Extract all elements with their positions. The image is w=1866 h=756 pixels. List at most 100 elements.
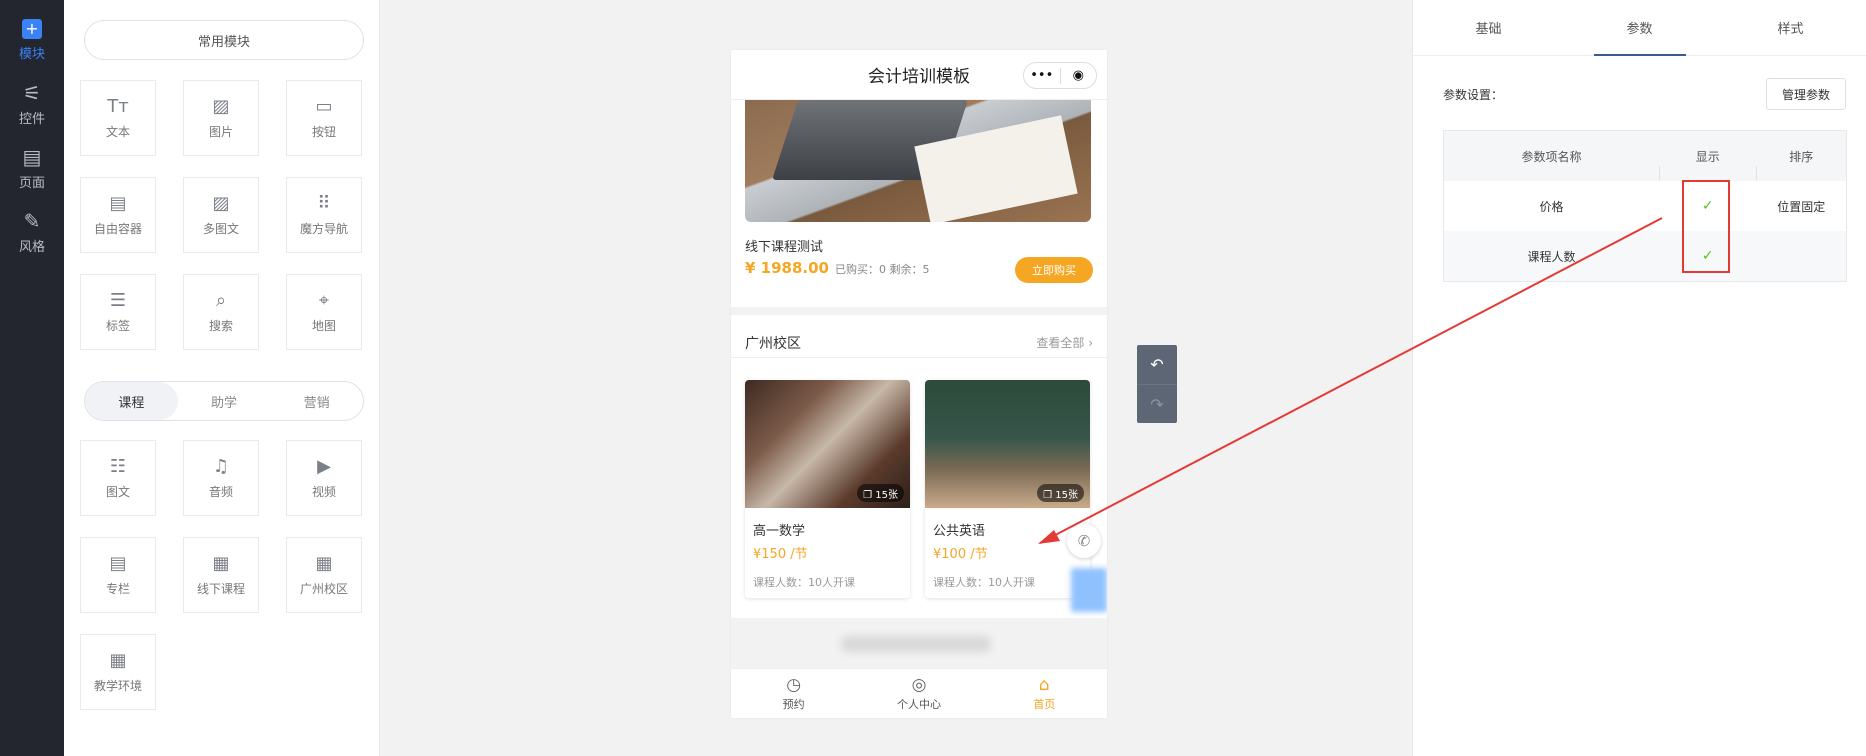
param-name: 课程人数 bbox=[1527, 249, 1576, 264]
module-image[interactable]: ▨ 图片 bbox=[183, 80, 259, 156]
table-header: 参数项名称 显示 排序 bbox=[1444, 131, 1846, 181]
manage-params-button[interactable]: 管理参数 bbox=[1766, 78, 1846, 110]
layout-icon: ▤ bbox=[22, 144, 42, 169]
campus-section-title: 广州校区 bbox=[745, 336, 801, 352]
section-gap bbox=[731, 307, 1107, 315]
photo-count-badge: ❐ 15张 bbox=[1037, 484, 1084, 502]
segment-study-aid[interactable]: 助学 bbox=[178, 382, 271, 420]
target-icon[interactable]: ◉ bbox=[1061, 68, 1097, 83]
module-label: 魔方导航 bbox=[299, 221, 348, 236]
module-label: 线下课程 bbox=[196, 581, 245, 596]
tab-appointment[interactable]: ◷ 预约 bbox=[731, 669, 856, 718]
module-magic-nav[interactable]: ⠿ 魔方导航 bbox=[286, 177, 362, 253]
blurred-text bbox=[841, 636, 991, 652]
image-icon: ▨ bbox=[212, 96, 230, 117]
grid-icon: ▦ bbox=[315, 553, 333, 574]
app-root: + 模块 ⚟ 控件 ▤ 页面 ✎ 风格 常用模块 Tт 文本 ▨ 图片 ▭ 按钮 ▤ 自… bbox=[0, 0, 1866, 756]
course-photo: ❐ 15张 bbox=[745, 380, 910, 508]
module-video[interactable]: ▶ 视频 bbox=[286, 440, 362, 516]
module-free-container[interactable]: ▤ 自由容器 bbox=[80, 177, 156, 253]
page-title: 会计培训模板 bbox=[868, 67, 970, 87]
phone-preview: 会计培训模板 ••• ◉ 线下课程测试 ¥ 1988.00 已购买：0 剩余：5… bbox=[731, 50, 1107, 718]
campus-course-card[interactable]: ❐ 15张 高一数学 ¥150 /节 课程人数：10人开课 bbox=[745, 380, 910, 598]
common-modules-header[interactable]: 常用模块 bbox=[84, 20, 364, 60]
tab-label: 预约 bbox=[782, 697, 805, 711]
button-icon: ▭ bbox=[315, 96, 333, 117]
param-settings-label: 参数设置： bbox=[1443, 88, 1504, 102]
module-offline-course[interactable]: ▦ 线下课程 bbox=[183, 537, 259, 613]
module-map[interactable]: ⌖ 地图 bbox=[286, 274, 362, 350]
module-column[interactable]: ▤ 专栏 bbox=[80, 537, 156, 613]
cards-icon: ▦ bbox=[212, 553, 230, 574]
grid-icon: ▦ bbox=[109, 650, 127, 671]
search-icon: ⌕ bbox=[215, 290, 227, 311]
undo-icon[interactable]: ↶ bbox=[1137, 345, 1177, 384]
campus-course-card[interactable]: ❐ 15张 公共英语 ¥100 /节 课程人数：10人开课 bbox=[925, 380, 1090, 598]
module-label: 图文 bbox=[105, 484, 130, 499]
map-pin-icon: ⌖ bbox=[318, 290, 330, 311]
buy-now-button[interactable]: 立即购买 bbox=[1015, 257, 1093, 283]
module-label: 图片 bbox=[208, 124, 233, 139]
module-label: 多图文 bbox=[202, 221, 239, 236]
module-button[interactable]: ▭ 按钮 bbox=[286, 80, 362, 156]
rail-label: 模块 bbox=[18, 46, 45, 62]
category-segment: 课程 助学 营销 bbox=[84, 381, 364, 421]
price-row: ¥ 1988.00 已购买：0 剩余：5 bbox=[745, 259, 929, 277]
blurred-widget bbox=[1071, 568, 1107, 612]
tab-home[interactable]: ⌂ 首页 bbox=[982, 669, 1107, 718]
segment-marketing[interactable]: 营销 bbox=[270, 382, 363, 420]
module-graphic-text[interactable]: ☷ 图文 bbox=[80, 440, 156, 516]
card-price: ¥150 /节 bbox=[753, 547, 808, 562]
rail-label: 页面 bbox=[18, 175, 45, 191]
card-price: ¥100 /节 bbox=[933, 547, 988, 562]
mini-program-navbar: 会计培训模板 ••• ◉ bbox=[731, 50, 1107, 100]
course-title: 线下课程测试 bbox=[745, 240, 824, 255]
table-row: 价格 ✓ 位置固定 bbox=[1444, 181, 1846, 231]
module-multi-image-text[interactable]: ▨ 多图文 bbox=[183, 177, 259, 253]
tab-bar: ◷ 预约 ◎ 个人中心 ⌂ 首页 bbox=[731, 668, 1107, 718]
tab-params[interactable]: 参数 bbox=[1564, 0, 1715, 56]
capsule-menu[interactable]: ••• ◉ bbox=[1023, 62, 1097, 89]
blurred-footer bbox=[731, 618, 1107, 670]
history-controls: ↶ ↷ bbox=[1137, 345, 1177, 423]
module-label: 教学环境 bbox=[93, 678, 142, 693]
editor-canvas: 会计培训模板 ••• ◉ 线下课程测试 ¥ 1988.00 已购买：0 剩余：5… bbox=[380, 0, 1412, 756]
sliders-icon: ⚟ bbox=[23, 80, 41, 105]
rail-item-modules[interactable]: + 模块 bbox=[0, 8, 64, 72]
card-count: 课程人数：10人开课 bbox=[753, 576, 855, 589]
module-audio[interactable]: ♫ 音频 bbox=[183, 440, 259, 516]
more-icon[interactable]: ••• bbox=[1024, 68, 1060, 83]
header-sort: 排序 bbox=[1756, 148, 1846, 180]
redo-icon[interactable]: ↷ bbox=[1137, 384, 1177, 423]
plus-square-icon: + bbox=[22, 18, 42, 39]
module-tag[interactable]: ☰ 标签 bbox=[80, 274, 156, 350]
table-row: 课程人数 ✓ bbox=[1444, 231, 1846, 281]
image-icon: ▨ bbox=[212, 193, 230, 214]
tab-style[interactable]: 样式 bbox=[1715, 0, 1866, 55]
module-search[interactable]: ⌕ 搜索 bbox=[183, 274, 259, 350]
module-teaching-env[interactable]: ▦ 教学环境 bbox=[80, 634, 156, 710]
module-text[interactable]: Tт 文本 bbox=[80, 80, 156, 156]
course-photo: ❐ 15张 bbox=[925, 380, 1090, 508]
phone-call-icon[interactable]: ✆ bbox=[1067, 524, 1101, 558]
module-guangzhou-campus[interactable]: ▦ 广州校区 bbox=[286, 537, 362, 613]
rail-item-controls[interactable]: ⚟ 控件 bbox=[0, 72, 64, 136]
module-label: 自由容器 bbox=[93, 221, 142, 236]
course-cover-image[interactable] bbox=[745, 100, 1091, 222]
module-label: 音频 bbox=[208, 484, 233, 499]
magic-wand-icon: ✎ bbox=[23, 208, 41, 233]
param-sort: 位置固定 bbox=[1777, 199, 1826, 214]
tab-label: 首页 bbox=[1033, 697, 1056, 711]
settings-panel: 基础 参数 样式 参数设置： 管理参数 参数项名称 显示 排序 价格 ✓ 位置固… bbox=[1412, 0, 1866, 756]
rail-item-style[interactable]: ✎ 风格 bbox=[0, 200, 64, 264]
list-icon: ☷ bbox=[109, 456, 127, 477]
tab-label: 个人中心 bbox=[896, 697, 941, 711]
segment-course[interactable]: 课程 bbox=[85, 382, 178, 420]
see-all-link[interactable]: 查看全部 › bbox=[1036, 334, 1093, 351]
container-icon: ▤ bbox=[109, 193, 127, 214]
module-label: 广州校区 bbox=[299, 581, 348, 596]
course-price: ¥ 1988.00 bbox=[745, 259, 829, 277]
tab-profile[interactable]: ◎ 个人中心 bbox=[856, 669, 981, 718]
tab-basic[interactable]: 基础 bbox=[1413, 0, 1564, 55]
rail-item-pages[interactable]: ▤ 页面 bbox=[0, 136, 64, 200]
